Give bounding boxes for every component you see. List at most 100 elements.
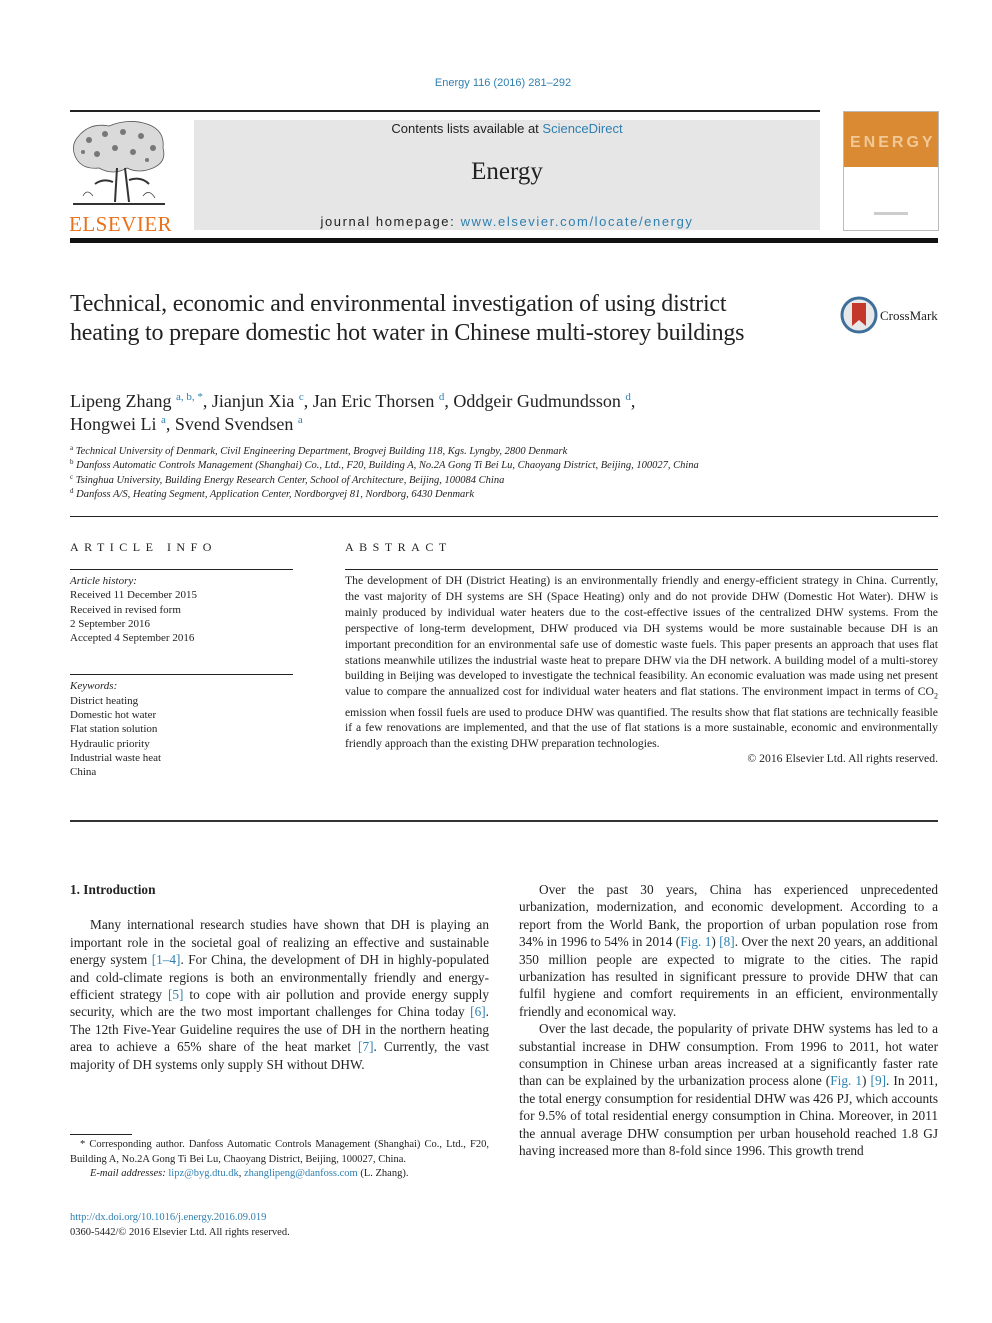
author-separator: , (202, 391, 212, 411)
affiliation-text: Danfoss A/S, Heating Segment, Applicatio… (76, 488, 475, 500)
reference-link[interactable]: [6] (470, 1004, 486, 1019)
author-affiliation-marker[interactable]: a, b, * (176, 391, 203, 403)
affiliation-key: d (70, 486, 74, 495)
cover-title: ENERGY (850, 134, 936, 151)
author-affiliation-marker[interactable]: a (298, 414, 303, 426)
reference-link[interactable]: [9] (871, 1073, 887, 1088)
doi-link[interactable]: http://dx.doi.org/10.1016/j.energy.2016.… (70, 1211, 489, 1226)
affiliation: b Danfoss Automatic Controls Management … (70, 459, 870, 473)
affiliation-rule (70, 516, 938, 517)
article-info-rule (70, 569, 293, 570)
author[interactable]: Svend Svendsen a (175, 414, 303, 434)
author[interactable]: Oddgeir Gudmundsson d (453, 391, 631, 411)
journal-name: Energy (471, 158, 543, 185)
body-right-column: Over the past 30 years, China has experi… (519, 881, 938, 1160)
co2-subscript: 2 (934, 691, 938, 701)
contents-prefix: Contents lists available at (391, 121, 543, 136)
journal-citation-link[interactable]: Energy 116 (2016) 281–292 (0, 77, 992, 89)
section-heading: 1. Introduction (70, 882, 156, 897)
affiliation-text: Danfoss Automatic Controls Management (S… (76, 460, 699, 472)
article-history-label: Article history: (70, 575, 137, 587)
author[interactable]: Jianjun Xia c (212, 391, 304, 411)
affiliation: d Danfoss A/S, Heating Segment, Applicat… (70, 486, 870, 502)
cover-publisher-mark (874, 212, 908, 215)
abstract: ABSTRACT The development of DH (District… (345, 540, 938, 765)
elsevier-tree-icon (73, 121, 165, 205)
reference-link[interactable]: [5] (168, 987, 184, 1002)
article-info: ARTICLE INFO Article history: Received 1… (70, 540, 293, 780)
affiliation-key: a (70, 444, 74, 452)
affiliation: c Tsinghua University, Building Energy R… (70, 472, 870, 488)
header-thick-rule (70, 238, 938, 243)
abstract-text: The development of DH (District Heating)… (345, 573, 938, 752)
crossmark-label: CrossMark (880, 308, 938, 323)
affiliation-list: a Technical University of Denmark, Civil… (70, 445, 870, 502)
article-info-heading: ARTICLE INFO (70, 540, 217, 554)
crossmark-icon (840, 296, 878, 334)
elsevier-logo[interactable]: ELSEVIER (69, 118, 172, 236)
email-link-2[interactable]: zhanglipeng@danfoss.com (244, 1168, 358, 1179)
history-item: Received in revised form (70, 603, 181, 616)
body-left-column: 1. Introduction Many international resea… (70, 881, 489, 1073)
email-link-1[interactable]: lipz@byg.dtu.dk (168, 1168, 238, 1179)
reference-link[interactable]: Fig. 1 (830, 1073, 862, 1088)
affiliation: a Technical University of Denmark, Civil… (70, 445, 870, 459)
abstract-text-part: emission when fossil fuels are used to p… (345, 705, 938, 751)
abstract-copyright: © 2016 Elsevier Ltd. All rights reserved… (747, 752, 938, 766)
author[interactable]: Hongwei Li a (70, 414, 166, 434)
intro-paragraph: Over the past 30 years, China has experi… (519, 881, 938, 1020)
keywords: Keywords: District heating Domestic hot … (70, 679, 293, 779)
footnotes: * Corresponding author. Danfoss Automati… (70, 1138, 489, 1182)
corresponding-author-note: * Corresponding author. Danfoss Automati… (70, 1139, 489, 1165)
reference-link[interactable]: [7] (358, 1039, 374, 1054)
email-note: E-mail addresses: lipz@byg.dtu.dk, zhang… (70, 1167, 489, 1182)
author[interactable]: Lipeng Zhang a, b, * (70, 391, 203, 411)
reference-link[interactable]: [1–4] (152, 952, 181, 967)
homepage-line: journal homepage: www.elsevier.com/locat… (194, 214, 820, 229)
journal-homepage-link[interactable]: www.elsevier.com/locate/energy (461, 214, 694, 229)
email-suffix: (L. Zhang). (357, 1168, 409, 1179)
abstract-text-part: The development of DH (District Heating)… (345, 574, 938, 699)
history-item: Accepted 4 September 2016 (70, 632, 195, 645)
author-separator: , (630, 391, 636, 411)
intro-paragraph: Over the last decade, the popularity of … (519, 1020, 938, 1159)
homepage-prefix: journal homepage: (320, 214, 461, 229)
reference-link[interactable]: Fig. 1 (680, 934, 711, 949)
affiliation-key: c (70, 472, 74, 481)
journal-banner: Contents lists available at ScienceDirec… (194, 120, 820, 230)
affiliation-key: b (70, 458, 74, 467)
affiliation-text: Technical University of Denmark, Civil E… (75, 446, 568, 457)
author-separator: , (303, 391, 313, 411)
history-item: 2 September 2016 (70, 617, 151, 630)
history-item: Received 11 December 2015 (70, 589, 197, 602)
author-separator: , (165, 414, 175, 434)
reference-link[interactable]: [8] (719, 934, 735, 949)
keywords-label: Keywords: (70, 680, 118, 693)
author-name: Svend Svendsen (174, 414, 294, 434)
keyword: China (70, 766, 97, 779)
elsevier-wordmark: ELSEVIER (69, 212, 173, 236)
sciencedirect-link[interactable]: ScienceDirect (542, 121, 622, 136)
keyword: Flat station solution (70, 723, 158, 736)
affiliation-text: Tsinghua University, Building Energy Res… (75, 474, 505, 486)
crossmark-button[interactable]: CrossMark (840, 296, 945, 336)
intro-paragraph: Many international research studies have… (70, 916, 489, 1073)
article-history: Article history: Received 11 December 20… (70, 574, 293, 645)
article-title: Technical, economic and environmental in… (70, 291, 745, 346)
footnote-rule (70, 1134, 132, 1135)
abstract-heading: ABSTRACT (345, 540, 452, 554)
keyword: Domestic hot water (70, 709, 157, 722)
contents-line: Contents lists available at ScienceDirec… (194, 121, 820, 136)
keyword: Hydraulic priority (70, 737, 150, 750)
author-name: Oddgeir Gudmundsson (453, 391, 621, 411)
journal-cover-thumbnail[interactable]: ENERGY (843, 111, 939, 231)
abstract-end-rule (70, 820, 938, 822)
keywords-rule (70, 674, 293, 676)
keyword: Industrial waste heat (70, 751, 162, 764)
author-name: Hongwei Li (70, 414, 157, 434)
email-label: E-mail addresses: (90, 1168, 169, 1179)
author-list: Lipeng Zhang a, b, *, Jianjun Xia c, Jan… (70, 390, 830, 436)
paragraph-text: ) (862, 1073, 871, 1089)
author-name: Lipeng Zhang (70, 391, 172, 411)
author[interactable]: Jan Eric Thorsen d (313, 391, 445, 411)
